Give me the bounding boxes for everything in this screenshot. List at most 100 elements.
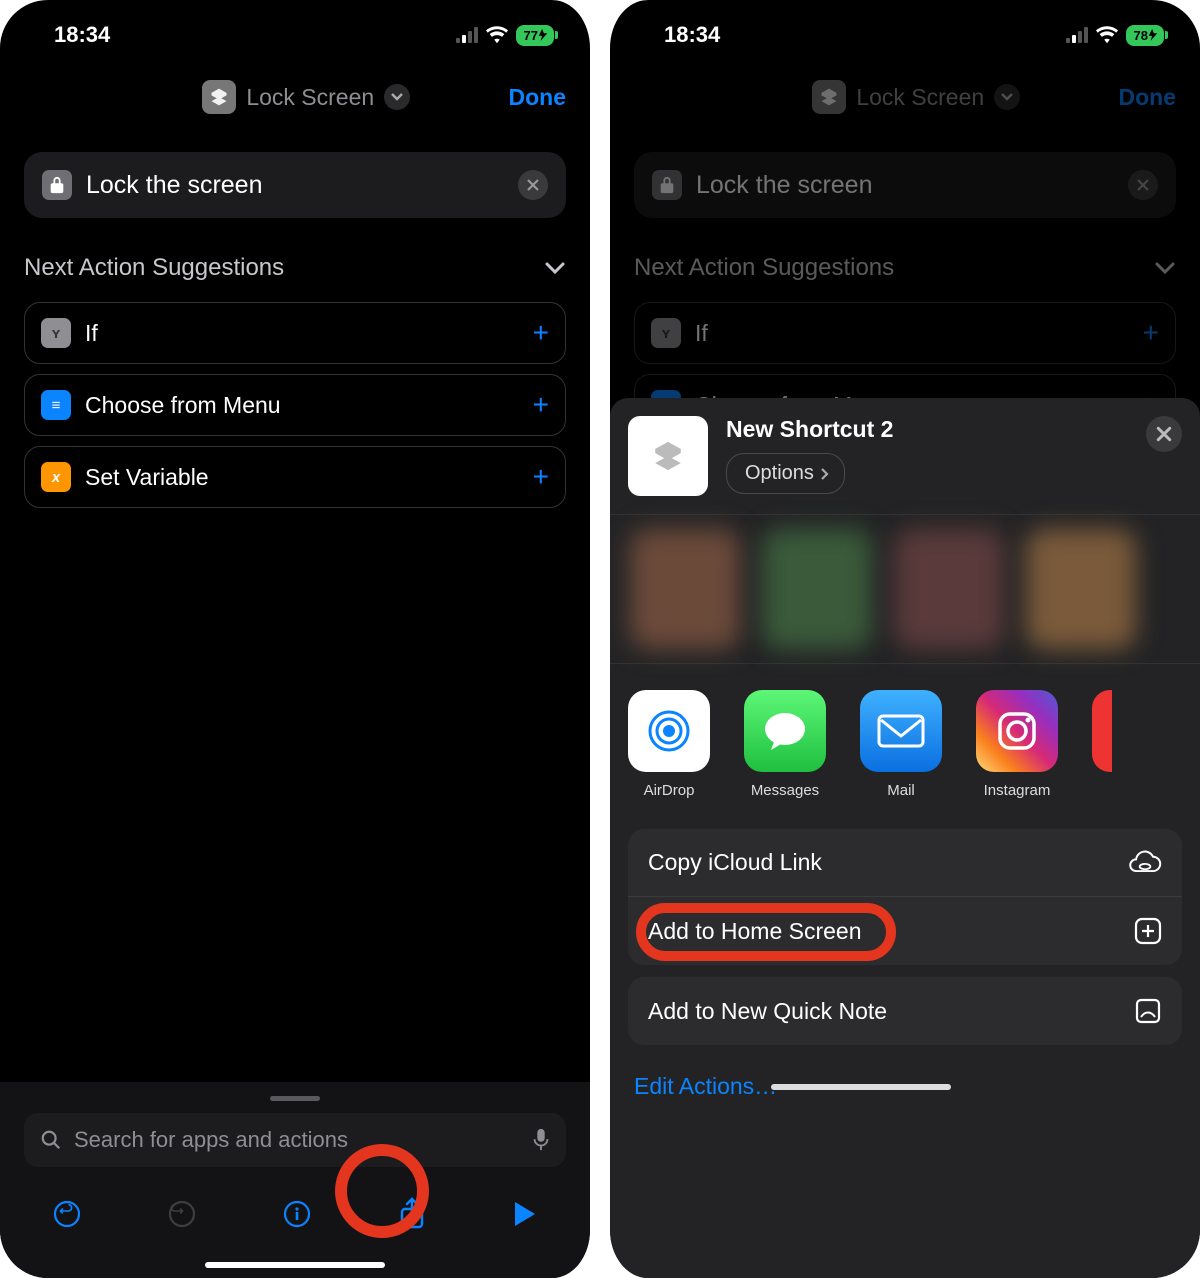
action-add-quick-note[interactable]: Add to New Quick Note [628,977,1182,1045]
info-button[interactable] [282,1199,312,1234]
status-indicators: 78 [1066,25,1164,46]
battery-indicator: 77 [516,25,554,46]
suggestion-label: If [695,320,1129,347]
share-apps-row[interactable]: AirDrop Messages Mail Instagram [610,664,1200,809]
done-button: Done [1118,84,1176,111]
close-share-button[interactable] [1146,416,1182,452]
share-actions-list: Copy iCloud Link Add to Home Screen [628,829,1182,965]
clear-action-button [1128,170,1158,200]
page-title: Lock Screen [812,80,1020,114]
share-app-partial[interactable] [1092,690,1112,772]
status-bar: 18:34 77 [0,0,590,70]
branch-icon: ʏ [651,318,681,348]
grab-handle[interactable] [270,1096,320,1101]
chevron-down-icon [544,261,566,275]
redo-button[interactable] [167,1199,197,1234]
wifi-icon [486,26,508,44]
share-app-mail[interactable]: Mail [860,690,942,799]
phone-screen-right: 18:34 78 Lock Screen Done [600,0,1200,1278]
variable-icon: x [41,462,71,492]
contact-item[interactable] [1026,529,1136,649]
action-add-to-home-screen[interactable]: Add to Home Screen [628,897,1182,965]
shortcut-icon [202,80,236,114]
share-app-messages[interactable]: Messages [744,690,826,799]
app-label: Mail [887,782,915,799]
bottom-panel: Search for apps and actions [0,1082,590,1278]
action-label: Add to Home Screen [648,918,862,945]
status-time: 18:34 [664,22,720,48]
add-suggestion-button[interactable]: + [533,461,549,493]
status-indicators: 77 [456,25,554,46]
share-app-airdrop[interactable]: AirDrop [628,690,710,799]
status-bar: 18:34 78 [610,0,1200,70]
lock-icon [652,170,682,200]
add-suggestion-button[interactable]: + [533,389,549,421]
add-suggestion-button[interactable]: + [533,317,549,349]
search-icon [40,1129,62,1151]
action-block-text: Lock the screen [696,171,1114,200]
done-button[interactable]: Done [508,84,566,111]
branch-icon: ʏ [41,318,71,348]
share-header: New Shortcut 2 Options [610,412,1200,514]
suggestion-item-variable[interactable]: x Set Variable + [24,446,566,508]
share-contacts-row[interactable] [610,514,1200,664]
status-time: 18:34 [54,22,110,48]
action-copy-icloud-link[interactable]: Copy iCloud Link [628,829,1182,897]
quicknote-icon [1134,997,1162,1025]
suggestions-header-label: Next Action Suggestions [634,254,894,282]
signal-icon [456,27,478,43]
shortcut-action-block: Lock the screen [634,152,1176,218]
plus-square-icon [1134,917,1162,945]
chevron-down-icon [994,84,1020,110]
clear-action-button[interactable] [518,170,548,200]
phone-screen-left: 18:34 77 Lock Screen Done Lock the scree… [0,0,600,1278]
share-thumbnail [628,416,708,496]
shortcut-icon [812,80,846,114]
suggestions-header-label: Next Action Suggestions [24,254,284,282]
home-indicator[interactable] [771,1084,951,1090]
suggestion-label: Choose from Menu [85,392,519,419]
app-label: Instagram [984,782,1051,799]
annotation-highlight-circle [335,1144,429,1238]
menu-icon: ≡ [41,390,71,420]
search-placeholder: Search for apps and actions [74,1127,348,1153]
app-label: Messages [751,782,819,799]
suggestion-item-if[interactable]: ʏ If + [24,302,566,364]
titlebar: Lock Screen Done [610,70,1200,130]
suggestion-label: Set Variable [85,464,519,491]
contact-item[interactable] [762,529,872,649]
page-title[interactable]: Lock Screen [202,80,410,114]
signal-icon [1066,27,1088,43]
search-input[interactable]: Search for apps and actions [24,1113,566,1167]
shortcut-action-block[interactable]: Lock the screen [24,152,566,218]
share-title: New Shortcut 2 [726,416,1128,443]
action-block-text: Lock the screen [86,171,504,200]
share-actions-list-2: Add to New Quick Note [628,977,1182,1045]
contact-item[interactable] [630,529,740,649]
action-label: Copy iCloud Link [648,849,822,876]
share-app-instagram[interactable]: Instagram [976,690,1058,799]
suggestion-label: If [85,320,519,347]
app-label: AirDrop [644,782,695,799]
toolbar [0,1181,590,1262]
undo-button[interactable] [52,1199,82,1234]
battery-indicator: 78 [1126,25,1164,46]
home-indicator[interactable] [205,1262,385,1268]
titlebar: Lock Screen Done [0,70,590,130]
chevron-down-icon [1154,261,1176,275]
contact-item[interactable] [894,529,1004,649]
microphone-icon[interactable] [532,1128,550,1152]
suggestion-item-if: ʏ If + [634,302,1176,364]
cloud-link-icon [1128,850,1162,876]
suggestions-header: Next Action Suggestions [610,240,1200,292]
chevron-down-icon[interactable] [384,84,410,110]
lock-icon [42,170,72,200]
page-title-text: Lock Screen [246,84,374,111]
add-suggestion-button: + [1143,317,1159,349]
suggestions-header[interactable]: Next Action Suggestions [0,240,590,292]
play-button[interactable] [512,1200,538,1233]
suggestion-item-menu[interactable]: ≡ Choose from Menu + [24,374,566,436]
share-options-button[interactable]: Options [726,453,845,494]
share-sheet: New Shortcut 2 Options AirDrop [610,398,1200,1278]
action-label: Add to New Quick Note [648,998,887,1025]
